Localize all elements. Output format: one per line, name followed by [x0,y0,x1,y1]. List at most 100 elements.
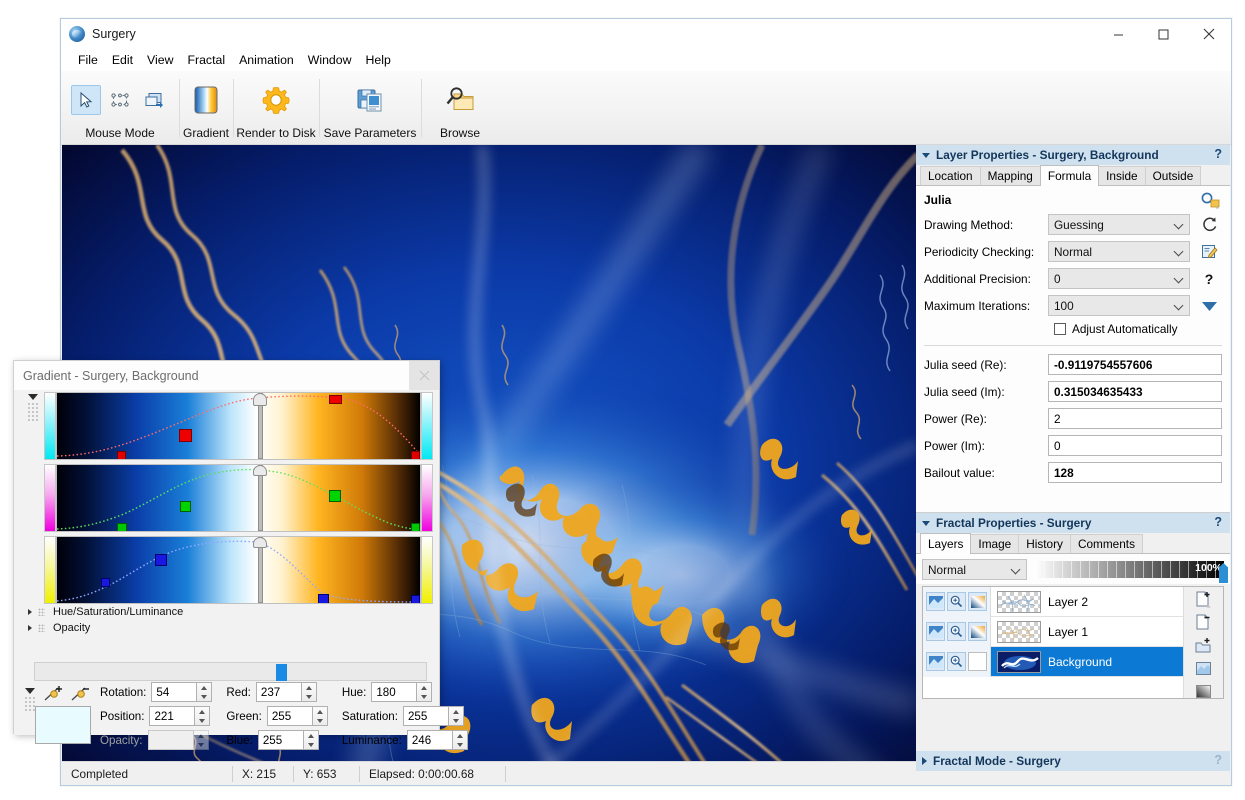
drawing-method-combo[interactable]: Guessing [1048,214,1190,235]
red-input[interactable]: 237 [255,682,302,702]
delete-layer-icon[interactable] [1193,614,1215,631]
position-input[interactable]: 221 [149,706,196,726]
gear-icon[interactable] [259,83,293,117]
tab-image[interactable]: Image [970,534,1020,553]
layer-zoom-toggle[interactable] [947,652,966,671]
gradient-row-handle[interactable] [22,536,44,604]
layer-visible-toggle[interactable] [926,592,945,611]
adjust-automatically-checkbox[interactable] [1054,323,1066,335]
layer-properties-header[interactable]: Layer Properties - Surgery, Background ? [916,145,1230,165]
menu-help[interactable]: Help [359,51,398,69]
gradient-strip-green[interactable] [56,464,421,532]
gradient-position-knob-green[interactable] [253,465,268,476]
table-row[interactable]: Background [923,646,1183,677]
hue-input[interactable]: 180 [371,682,418,702]
cursor-arrow-icon[interactable] [71,85,101,115]
gradient-position-slider-thumb[interactable] [276,664,287,681]
help-icon[interactable]: ? [1214,753,1222,767]
layer-mask-toggle[interactable] [968,592,987,611]
power-im-input[interactable]: 0 [1048,435,1222,456]
gradient-point-green-1[interactable] [116,523,127,531]
layer-zoom-toggle[interactable] [947,622,966,641]
edit-formula-icon[interactable] [1196,243,1222,260]
drag-grip-icon[interactable] [38,607,45,616]
gradient-position-knob-red[interactable] [253,393,268,406]
expand-triangle-icon[interactable] [28,608,32,615]
help-icon[interactable]: ? [1196,271,1222,287]
collapse-triangle-icon[interactable] [922,520,930,526]
help-icon[interactable]: ? [1214,147,1222,161]
layer-mask-toggle[interactable] [968,622,987,641]
luminance-stepper[interactable] [452,730,468,750]
tab-inside[interactable]: Inside [1098,166,1146,185]
red-stepper[interactable] [301,682,317,702]
blue-stepper[interactable] [303,730,319,750]
help-icon[interactable]: ? [1214,515,1222,529]
gradient-point-green-2[interactable] [180,501,192,513]
gradient-row-handle[interactable] [22,392,44,460]
gradient-position-knob-blue[interactable] [253,537,268,548]
layer-visible-toggle[interactable] [926,622,945,641]
saturation-stepper[interactable] [448,706,464,726]
menu-view[interactable]: View [140,51,180,69]
gradient-point-red-3[interactable] [329,394,343,404]
expand-triangle-icon[interactable] [28,624,32,631]
gradient-point-red-2[interactable] [178,429,192,443]
green-input[interactable]: 255 [266,706,313,726]
tab-comments[interactable]: Comments [1069,534,1143,553]
gradient-point-red-1[interactable] [116,451,126,459]
tab-location[interactable]: Location [920,166,981,185]
gradient-point-blue-2[interactable] [155,554,167,567]
save-floppy-icon[interactable] [353,83,387,117]
gradient-point-blue-4[interactable] [410,595,420,603]
menu-fractal[interactable]: Fractal [180,51,232,69]
julia-seed-re-input[interactable]: -0.9119754557606 [1048,354,1222,375]
green-stepper[interactable] [312,706,328,726]
close-button[interactable] [1186,19,1231,49]
tab-mapping[interactable]: Mapping [979,166,1041,185]
tab-layers[interactable]: Layers [920,533,972,554]
collapse-triangle-icon[interactable] [922,152,930,158]
gradient-swatch-icon[interactable] [189,83,223,117]
opacity-slider[interactable]: 100% [1035,561,1228,583]
position-stepper[interactable] [195,706,211,726]
layer-mask-toggle[interactable] [968,652,987,671]
julia-seed-im-input[interactable]: 0.315034635433 [1048,381,1222,402]
selection-box-icon[interactable] [105,85,135,115]
menu-animation[interactable]: Animation [232,51,301,69]
luminance-input[interactable]: 246 [406,730,453,750]
gradient-color-swatch[interactable] [35,706,91,744]
gradient-point-green-4[interactable] [410,523,420,531]
menu-file[interactable]: File [71,51,105,69]
rotation-stepper[interactable] [197,682,213,702]
gradient-row-handle[interactable] [22,464,44,532]
expand-down-icon[interactable] [1196,300,1222,312]
additional-precision-combo[interactable]: 0 [1048,268,1190,289]
add-layer-icon[interactable] [1193,591,1215,608]
tab-formula[interactable]: Formula [1039,165,1100,186]
gradient-point-blue-3[interactable] [318,593,330,603]
close-icon[interactable] [409,361,439,390]
browse-folder-magnifier-icon[interactable] [443,83,477,117]
menu-window[interactable]: Window [301,51,359,69]
bailout-value-input[interactable]: 128 [1048,462,1222,483]
gradient-strip-red[interactable] [56,392,421,460]
blue-input[interactable]: 255 [257,730,304,750]
periodicity-checking-combo[interactable]: Normal [1048,241,1190,262]
table-row[interactable]: Layer 1 [923,616,1183,647]
gradient-position-slider[interactable] [34,662,427,681]
menu-edit[interactable]: Edit [105,51,140,69]
tab-outside[interactable]: Outside [1144,166,1202,185]
power-re-input[interactable]: 2 [1048,408,1222,429]
tree-item-hsl[interactable]: Hue/Saturation/Luminance [28,605,183,618]
maximize-button[interactable] [1141,19,1186,49]
layer-zoom-toggle[interactable] [947,592,966,611]
tree-item-opacity[interactable]: Opacity [28,621,183,634]
add-group-icon[interactable] [1193,637,1215,654]
drag-grip-icon[interactable] [38,623,45,632]
layer-visible-toggle[interactable] [926,652,945,671]
gradient-point-red-4[interactable] [410,451,420,459]
fractal-properties-header[interactable]: Fractal Properties - Surgery ? [916,513,1230,533]
gradient-point-blue-1[interactable] [100,577,110,587]
gradient-strip-blue[interactable] [56,536,421,604]
